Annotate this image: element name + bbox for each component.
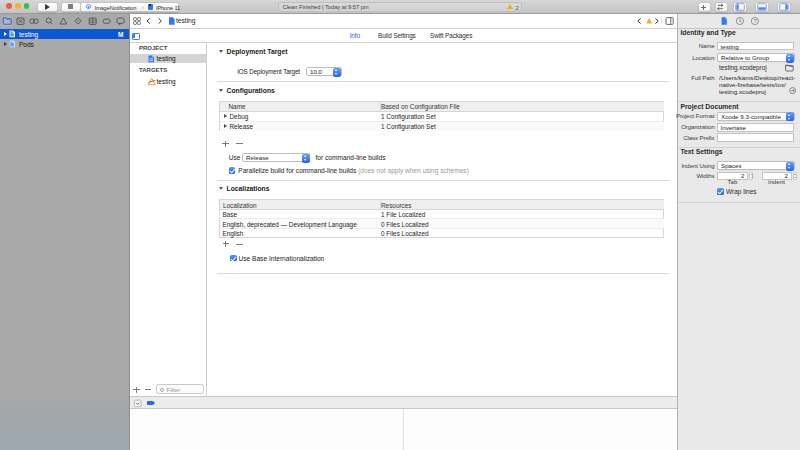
svg-text:?: ? (754, 18, 758, 24)
